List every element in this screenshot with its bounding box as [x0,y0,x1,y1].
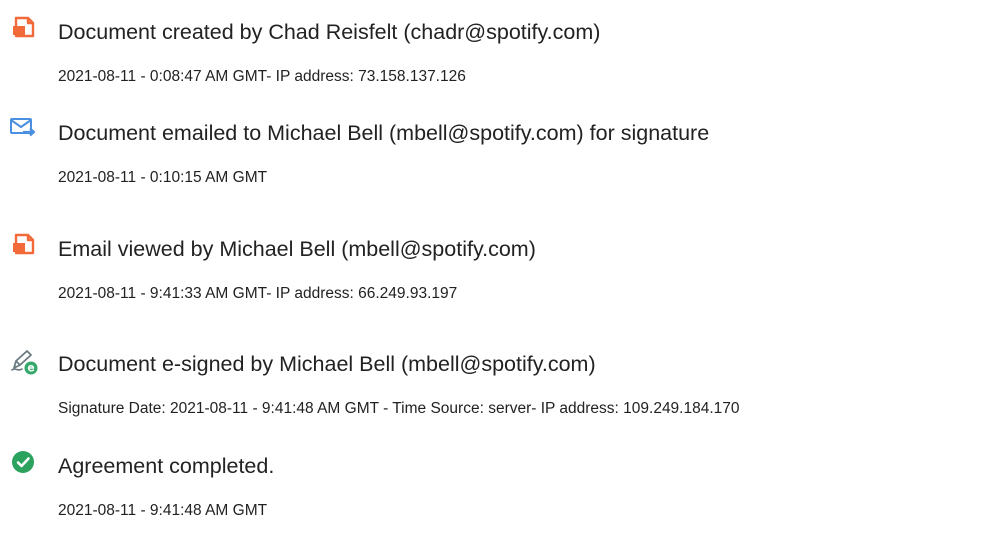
event-detail: 2021-08-11 - 0:10:15 AM GMT [58,169,268,186]
audit-event-signed: Document e-signed by Michael Bell (mbell… [0,346,1001,426]
email-sent-icon [8,115,48,155]
event-title: Agreement completed. [58,454,275,478]
email-viewed-icon [8,231,48,271]
audit-event-completed: Agreement completed. 2021-08-11 - 9:41:4… [0,448,1001,528]
event-detail: 2021-08-11 - 0:08:47 AM GMT- IP address:… [58,68,466,85]
event-title: Document e-signed by Michael Bell (mbell… [58,352,596,376]
event-detail: Signature Date: 2021-08-11 - 9:41:48 AM … [58,400,740,417]
audit-event-emailed: Document emailed to Michael Bell (mbell@… [0,115,1001,195]
checkmark-circle-icon [8,448,48,488]
audit-event-created: Document created by Chad Reisfelt (chadr… [0,14,1001,94]
event-title: Email viewed by Michael Bell (mbell@spot… [58,237,536,261]
event-detail: 2021-08-11 - 9:41:33 AM GMT- IP address:… [58,285,458,302]
event-title: Document created by Chad Reisfelt (chadr… [58,20,601,44]
event-detail: 2021-08-11 - 9:41:48 AM GMT [58,502,268,519]
audit-event-viewed: Email viewed by Michael Bell (mbell@spot… [0,231,1001,311]
event-title: Document emailed to Michael Bell (mbell@… [58,121,710,145]
e-signed-icon [8,346,48,386]
document-created-icon [8,14,48,54]
